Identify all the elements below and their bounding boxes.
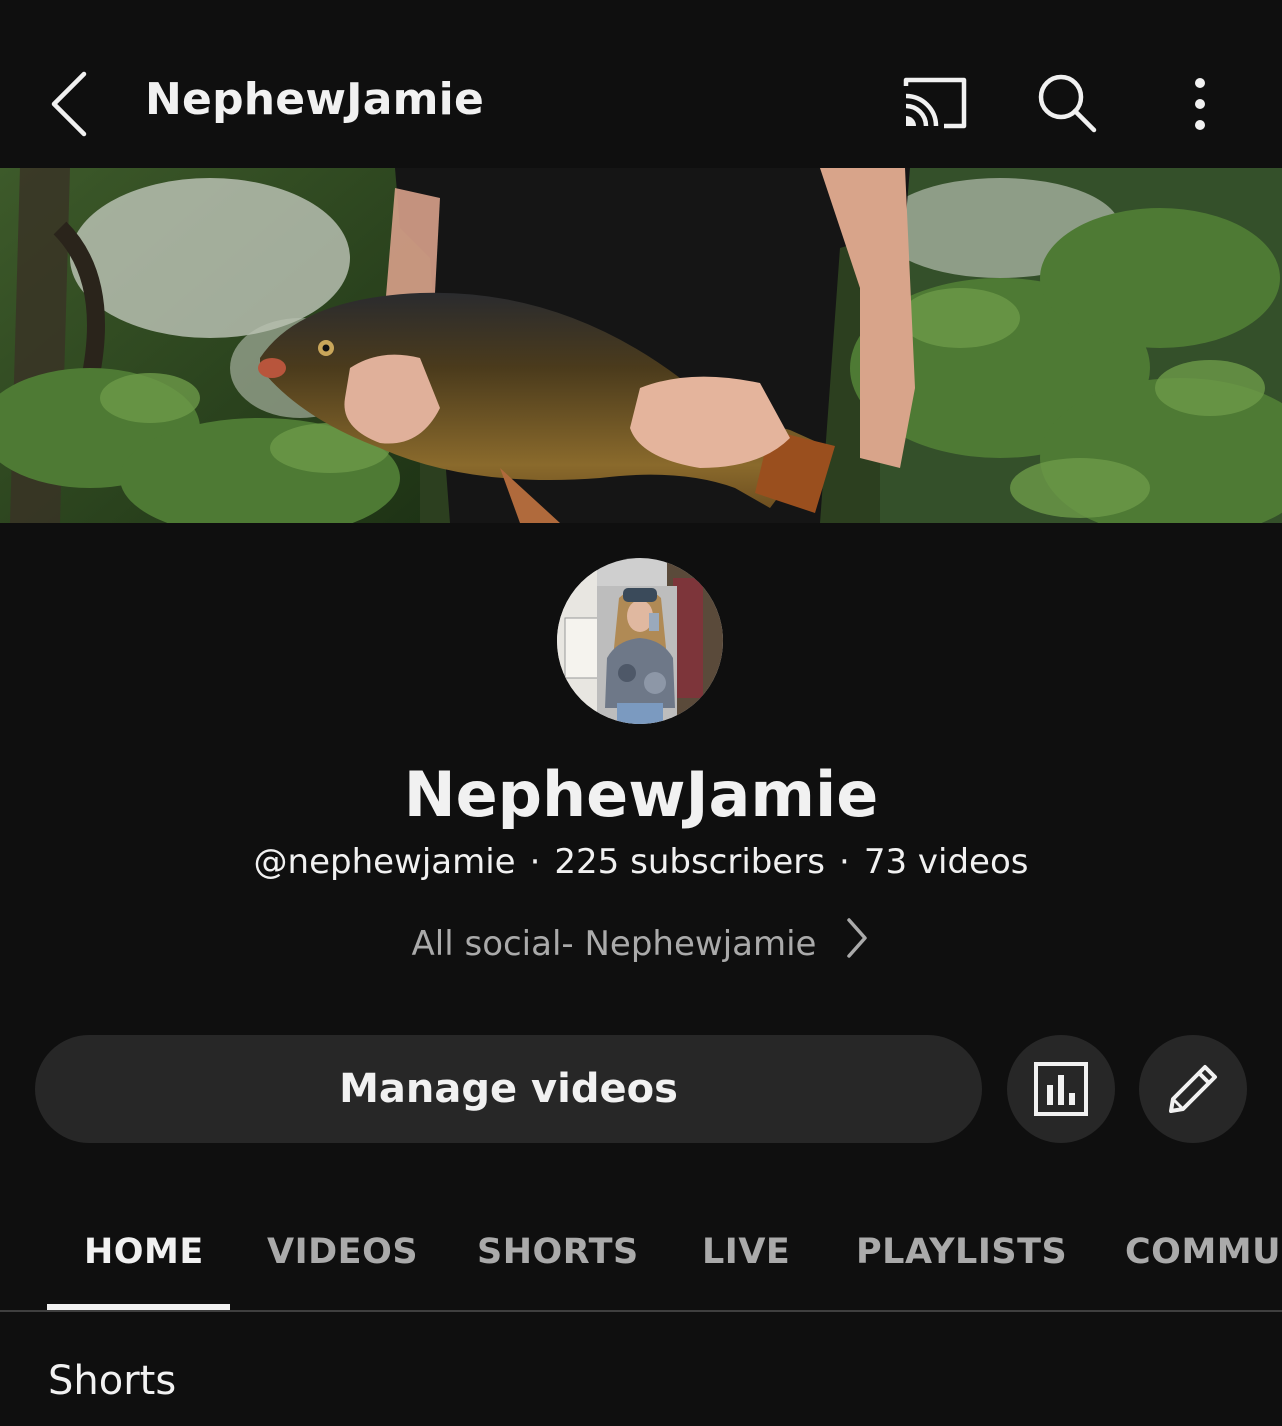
back-arrow-icon <box>51 71 87 137</box>
cast-button[interactable] <box>898 72 972 134</box>
subscriber-count: 225 subscribers <box>554 842 825 882</box>
channel-tabs: HOME VIDEOS SHORTS LIVE PLAYLISTS COMMUN <box>0 1196 1282 1312</box>
meta-separator: · <box>839 842 850 882</box>
channel-handle: @nephewjamie <box>253 842 516 882</box>
more-vert-icon <box>1195 78 1205 130</box>
tab-home[interactable]: HOME <box>84 1196 204 1308</box>
manage-videos-button[interactable]: Manage videos <box>35 1035 982 1143</box>
active-tab-indicator <box>47 1304 230 1310</box>
cast-icon <box>903 77 967 129</box>
channel-avatar[interactable] <box>557 558 723 724</box>
chevron-right-icon <box>844 916 870 969</box>
video-count: 73 videos <box>863 842 1029 882</box>
search-button[interactable] <box>1034 70 1100 136</box>
channel-banner <box>0 168 1282 523</box>
tab-videos[interactable]: VIDEOS <box>267 1196 418 1308</box>
back-button[interactable] <box>38 62 102 146</box>
channel-meta: @nephewjamie · 225 subscribers · 73 videos <box>0 842 1282 882</box>
header-title: NephewJamie <box>145 74 485 125</box>
search-icon <box>1038 74 1097 133</box>
channel-links[interactable]: All social- Nephewjamie <box>0 918 1282 969</box>
tab-community[interactable]: COMMUN <box>1125 1196 1282 1308</box>
pencil-edit-icon <box>1169 1065 1217 1113</box>
tab-shorts[interactable]: SHORTS <box>477 1196 639 1308</box>
channel-links-text: All social- Nephewjamie <box>411 924 817 964</box>
top-app-bar: NephewJamie <box>0 0 1282 168</box>
section-title-shorts: Shorts <box>48 1358 177 1404</box>
analytics-button[interactable] <box>1007 1035 1115 1143</box>
edit-channel-button[interactable] <box>1139 1035 1247 1143</box>
tab-playlists[interactable]: PLAYLISTS <box>856 1196 1067 1308</box>
channel-name: NephewJamie <box>403 758 879 831</box>
more-options-button[interactable] <box>1180 74 1220 134</box>
meta-separator: · <box>529 842 541 882</box>
tab-live[interactable]: LIVE <box>702 1196 790 1308</box>
analytics-icon <box>1034 1062 1088 1116</box>
